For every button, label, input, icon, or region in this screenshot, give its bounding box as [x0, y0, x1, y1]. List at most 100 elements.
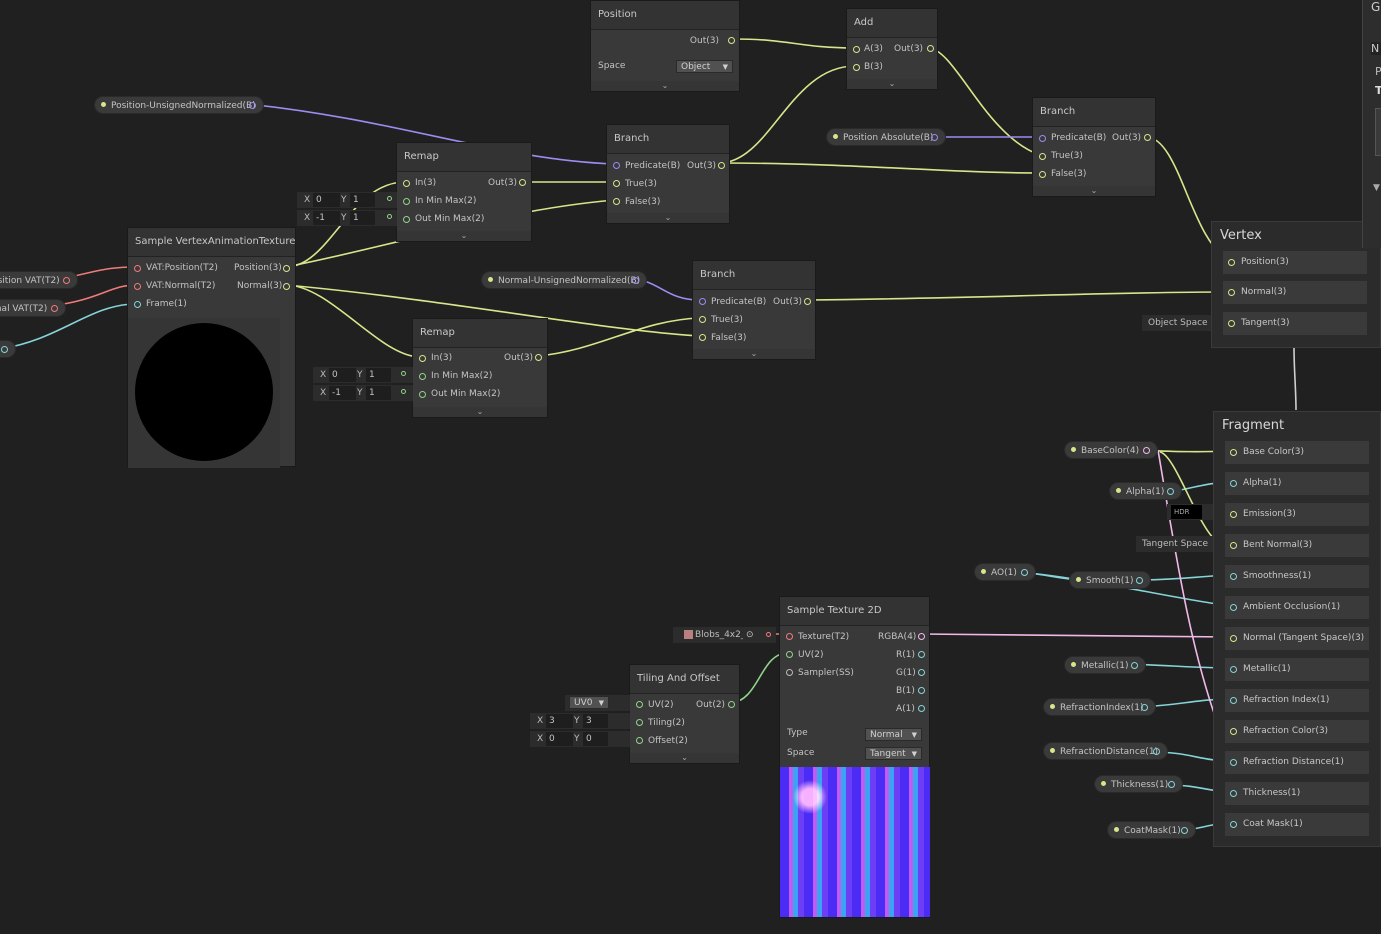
- property-coatmask[interactable]: CoatMask(1): [1107, 821, 1196, 839]
- slot-dot[interactable]: [1230, 666, 1237, 673]
- object-space-field[interactable]: Object Space: [1142, 315, 1222, 331]
- port-offset-dot[interactable]: [636, 737, 643, 744]
- pill-port-dot[interactable]: [1143, 447, 1150, 454]
- master-fragment[interactable]: Fragment Base Color(3) Alpha(1) Emission…: [1213, 411, 1381, 847]
- slot-emission[interactable]: Emission(3): [1225, 503, 1369, 526]
- port-inminmax-dot[interactable]: [419, 373, 426, 380]
- x-value[interactable]: 0: [313, 193, 340, 207]
- slot-dot[interactable]: [1230, 573, 1237, 580]
- node-sample-vat[interactable]: Sample VertexAnimationTexture VAT:Positi…: [127, 227, 296, 468]
- pill-port-dot[interactable]: [1136, 577, 1143, 584]
- x-value[interactable]: 0: [546, 732, 573, 746]
- slot-tangent[interactable]: Tangent(3): [1223, 312, 1367, 335]
- slot-dot[interactable]: [1230, 728, 1237, 735]
- port-out-dot[interactable]: [728, 37, 735, 44]
- node-tiling-offset[interactable]: Tiling And Offset UV(2) Tiling(2) Offset…: [629, 664, 740, 764]
- type-dropdown[interactable]: Normal ▼: [865, 728, 922, 741]
- property-smooth[interactable]: Smooth(1): [1069, 571, 1151, 589]
- port-vat-position-dot[interactable]: [134, 265, 141, 272]
- panel-foldout-icon[interactable]: ▼: [1373, 183, 1380, 193]
- port-a-dot[interactable]: [918, 705, 925, 712]
- port-frame-dot[interactable]: [134, 301, 141, 308]
- panel-field[interactable]: [1375, 108, 1381, 156]
- texture-field[interactable]: Blobs_4x2_N ⊙: [673, 627, 776, 643]
- port-out-dot[interactable]: [519, 179, 526, 186]
- port-predicate-dot[interactable]: [1039, 135, 1046, 142]
- remap1-inminmax-field[interactable]: X 0 Y 1: [297, 192, 397, 208]
- property-ao[interactable]: AO(1): [974, 563, 1036, 581]
- port-predicate-dot[interactable]: [699, 298, 706, 305]
- collapse-chevron-icon[interactable]: ⌄: [591, 81, 739, 91]
- collapse-chevron-icon[interactable]: ⌄: [607, 213, 729, 223]
- tiling-tiling-field[interactable]: X 3 Y 3: [530, 713, 630, 729]
- master-vertex[interactable]: Vertex Position(3) Normal(3) Tangent(3): [1211, 221, 1381, 348]
- slot-dot[interactable]: [1230, 790, 1237, 797]
- slot-refraction-color[interactable]: Refraction Color(3): [1225, 720, 1369, 743]
- property-metallic[interactable]: Metallic(1): [1064, 656, 1146, 674]
- pill-port-dot[interactable]: [1181, 827, 1188, 834]
- hdr-swatch[interactable]: HDR: [1171, 505, 1202, 519]
- space-dropdown[interactable]: Tangent ▼: [865, 747, 922, 760]
- pill-port-dot[interactable]: [1021, 569, 1028, 576]
- node-remap-1[interactable]: Remap In(3) In Min Max(2) Out Min Max(2)…: [396, 142, 532, 242]
- y-value[interactable]: 0: [583, 732, 608, 746]
- pill-port-dot[interactable]: [1167, 488, 1174, 495]
- slot-dot[interactable]: [1230, 604, 1237, 611]
- slot-dot[interactable]: [1230, 697, 1237, 704]
- property-basecolor[interactable]: BaseColor(4): [1064, 441, 1158, 459]
- port-out-dot[interactable]: [728, 701, 735, 708]
- tiling-uv-field[interactable]: UV0 ▼: [565, 695, 630, 711]
- uv-channel-dropdown[interactable]: UV0 ▼: [569, 696, 609, 709]
- port-predicate-dot[interactable]: [613, 162, 620, 169]
- pill-port-dot[interactable]: [51, 305, 58, 312]
- texture-name[interactable]: Blobs_4x2_N: [695, 627, 743, 643]
- port-out-dot[interactable]: [1144, 134, 1151, 141]
- panel-tab-n[interactable]: N: [1371, 42, 1381, 55]
- port-false-dot[interactable]: [1039, 171, 1046, 178]
- port-uv-dot[interactable]: [786, 651, 793, 658]
- port-uv-dot[interactable]: [636, 701, 643, 708]
- slot-dot[interactable]: [1230, 542, 1237, 549]
- slot-dot[interactable]: [1230, 635, 1237, 642]
- slot-position[interactable]: Position(3): [1223, 251, 1367, 274]
- slot-dot[interactable]: [1230, 759, 1237, 766]
- slot-dot[interactable]: [1230, 449, 1237, 456]
- space-dropdown[interactable]: Object ▼: [676, 60, 733, 73]
- slot-smoothness[interactable]: Smoothness(1): [1225, 565, 1369, 588]
- port-false-dot[interactable]: [699, 334, 706, 341]
- port-true-dot[interactable]: [613, 180, 620, 187]
- remap2-inminmax-field[interactable]: X 0 Y 1: [313, 367, 413, 383]
- property-alpha[interactable]: Alpha(1): [1109, 482, 1182, 500]
- pill-port-dot[interactable]: [1168, 781, 1175, 788]
- target-icon[interactable]: ⊙: [746, 627, 754, 643]
- pill-port-dot[interactable]: [249, 102, 256, 109]
- slot-dot[interactable]: [1230, 821, 1237, 828]
- property-refraction-index[interactable]: RefractionIndex(1): [1043, 698, 1156, 716]
- collapse-chevron-icon[interactable]: ⌄: [413, 407, 547, 417]
- slot-dot[interactable]: [1230, 480, 1237, 487]
- port-out-dot[interactable]: [718, 162, 725, 169]
- port-sampler-dot[interactable]: [786, 669, 793, 676]
- pill-port-dot[interactable]: [632, 277, 639, 284]
- remap1-outminmax-field[interactable]: X -1 Y 1: [297, 210, 397, 226]
- slot-alpha[interactable]: Alpha(1): [1225, 472, 1369, 495]
- port-tiling-dot[interactable]: [636, 719, 643, 726]
- port-true-dot[interactable]: [699, 316, 706, 323]
- property-thickness[interactable]: Thickness(1): [1094, 775, 1183, 793]
- port-g-dot[interactable]: [918, 669, 925, 676]
- slot-base-color[interactable]: Base Color(3): [1225, 441, 1369, 464]
- x-value[interactable]: 3: [546, 714, 573, 728]
- node-position[interactable]: Position Out(3) Space Object ▼ ⌄: [590, 0, 740, 92]
- port-out-dot[interactable]: [535, 354, 542, 361]
- slot-thickness[interactable]: Thickness(1): [1225, 782, 1369, 805]
- pill-port-dot[interactable]: [931, 134, 938, 141]
- node-add[interactable]: Add A(3) B(3) Out(3) ⌄: [846, 8, 938, 90]
- tiling-offset-field[interactable]: X 0 Y 0: [530, 731, 630, 747]
- y-value[interactable]: 1: [350, 193, 375, 207]
- x-value[interactable]: 0: [329, 368, 356, 382]
- property-normal-unsigned[interactable]: Normal-UnsignedNormalized(B): [481, 271, 647, 289]
- port-rgba-dot[interactable]: [918, 633, 925, 640]
- node-branch-2[interactable]: Branch Predicate(B) True(3) False(3) Out…: [1032, 97, 1156, 197]
- port-b-dot[interactable]: [853, 64, 860, 71]
- property-position-vat[interactable]: Position VAT(T2): [0, 271, 78, 289]
